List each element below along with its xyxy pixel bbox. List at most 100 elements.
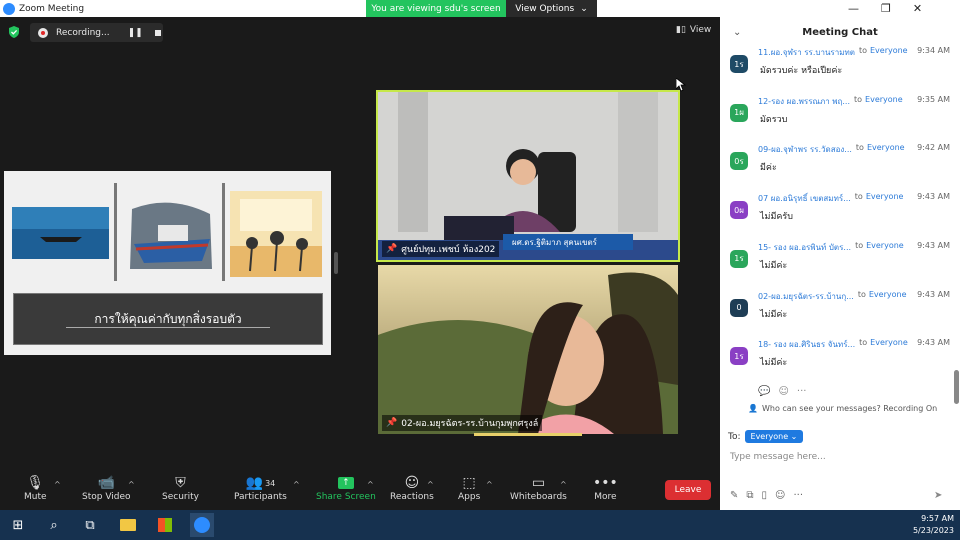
system-clock[interactable]: 9:57 AM 5/23/2023 bbox=[900, 513, 960, 537]
slide-photo-boat-sea bbox=[12, 207, 109, 259]
message-time: 9:43 AM bbox=[917, 289, 950, 299]
task-view-icon[interactable]: ⧉ bbox=[78, 513, 102, 537]
microphone-icon: 🎙 bbox=[26, 475, 45, 491]
apps-label: Apps bbox=[458, 492, 481, 502]
message-recipient[interactable]: Everyone bbox=[870, 46, 908, 59]
speaker-video-frame: ผศ.ดร.ฐิติมาภ สุคนเขตร์ bbox=[378, 92, 678, 260]
message-time: 9:43 AM bbox=[917, 338, 950, 348]
chat-message-input[interactable]: Type message here... bbox=[730, 452, 950, 462]
more-button[interactable]: ••• More bbox=[593, 474, 618, 502]
avatar: 1ผ bbox=[730, 103, 748, 122]
restore-icon[interactable]: ❐ bbox=[881, 2, 891, 15]
message-recipient[interactable]: Everyone bbox=[870, 338, 908, 351]
title-bar: Zoom Meeting bbox=[0, 0, 720, 17]
apps-button[interactable]: ⬚ Apps bbox=[458, 474, 480, 502]
message-sender[interactable]: 12-รอง ผอ.พรรณภา พฤ... bbox=[758, 95, 850, 108]
windows-start-icon[interactable]: ⊞ bbox=[6, 513, 30, 537]
microsoft-store-icon[interactable] bbox=[153, 513, 177, 537]
message-header: 12-รอง ผอ.พรรณภา พฤ... to Everyone 9:35 AM bbox=[758, 95, 950, 108]
message-time: 9:42 AM bbox=[917, 143, 950, 153]
more-actions-icon[interactable]: ··· bbox=[797, 386, 807, 397]
participants-icon: 👥 34 bbox=[245, 475, 276, 491]
message-recipient[interactable]: Everyone bbox=[866, 192, 904, 205]
recipient-row: To: Everyone ⌄ bbox=[728, 430, 804, 443]
message-sender[interactable]: 07 ผอ.อนิรุทธิ์ เขตสมทร์... bbox=[758, 192, 851, 205]
pause-recording-icon[interactable]: ❚❚ bbox=[128, 28, 143, 38]
file-explorer-icon[interactable] bbox=[116, 513, 140, 537]
video-tile-speaker[interactable]: ผศ.ดร.ฐิติมาภ สุคนเขตร์ 📌 ศูนย์ปทุม.เพชบ… bbox=[376, 90, 680, 262]
message-sender[interactable]: 02-ผอ.มยุรฉัตร-รร.บ้านกุ... bbox=[758, 290, 854, 303]
pin-icon: 📌 bbox=[386, 418, 398, 428]
emoji-icon[interactable]: ☺ bbox=[775, 490, 785, 501]
chat-title: Meeting Chat bbox=[802, 27, 878, 38]
chat-scrollbar[interactable] bbox=[954, 370, 959, 404]
encryption-shield-icon[interactable] bbox=[8, 26, 20, 38]
recipient-select[interactable]: Everyone ⌄ bbox=[744, 430, 804, 443]
message-header: 11.ผอ.จุฬรา รร.บานรามทต to Everyone 9:34 AM bbox=[758, 46, 950, 59]
apps-options-caret-icon[interactable]: ^ bbox=[486, 480, 493, 489]
reply-icon[interactable]: 💬 bbox=[758, 386, 770, 397]
video-options-caret-icon[interactable]: ^ bbox=[128, 480, 135, 489]
reactions-options-caret-icon[interactable]: ^ bbox=[427, 480, 434, 489]
message-text: ไม่มีค่ะ bbox=[760, 309, 788, 320]
avatar: 1ร bbox=[730, 347, 748, 366]
message-recipient[interactable]: Everyone bbox=[866, 241, 904, 254]
shared-screen-slide: การให้คุณค่ากับทุกสิ่งรอบตัว bbox=[4, 171, 331, 355]
slide-divider bbox=[114, 183, 117, 281]
view-button[interactable]: ▮▯ View bbox=[676, 25, 711, 35]
to-word: to bbox=[858, 46, 867, 55]
audio-options-caret-icon[interactable]: ^ bbox=[54, 480, 61, 489]
pin-icon: 📌 bbox=[386, 244, 398, 254]
participants-options-caret-icon[interactable]: ^ bbox=[293, 480, 300, 489]
to-word: to bbox=[855, 240, 864, 250]
stop-video-button[interactable]: 📹 Stop Video bbox=[82, 474, 131, 502]
message-recipient[interactable]: Everyone bbox=[865, 95, 903, 108]
chat-visibility-notice[interactable]: 👤 Who can see your messages? Recording O… bbox=[748, 404, 937, 413]
participant-name: 02-ผอ.มยุรฉัตร-รร.บ้านกุมพุกศรุงล์ bbox=[401, 419, 539, 429]
send-icon[interactable]: ➤ bbox=[934, 490, 942, 501]
leave-button[interactable]: Leave bbox=[665, 480, 711, 500]
participant-name-tag: 📌 02-ผอ.มยุรฉัตร-รร.บ้านกุมพุกศรุงล์ bbox=[382, 415, 543, 431]
message-recipient[interactable]: Everyone bbox=[869, 290, 907, 303]
apps-icon: ⬚ bbox=[462, 475, 476, 491]
close-icon[interactable]: ✕ bbox=[913, 2, 922, 15]
more-tools-icon[interactable]: ··· bbox=[793, 490, 803, 501]
chat-tools: ✎ ⧉ ▯ ☺ ··· bbox=[730, 490, 803, 501]
to-word: to bbox=[859, 338, 868, 348]
share-options-caret-icon[interactable]: ^ bbox=[367, 480, 374, 489]
mouse-pointer-icon bbox=[676, 78, 686, 92]
more-dots-icon: ••• bbox=[593, 475, 618, 491]
screenshot-icon[interactable]: ⧉ bbox=[746, 490, 753, 501]
speaking-indicator bbox=[474, 433, 582, 436]
zoom-taskbar-icon[interactable] bbox=[190, 513, 214, 537]
stop-recording-icon[interactable] bbox=[154, 29, 161, 36]
message-sender[interactable]: 18- รอง ผอ.ศิรินธร จันทร์... bbox=[758, 338, 855, 351]
minimize-icon[interactable]: — bbox=[848, 2, 859, 15]
message-text: มีค่ะ bbox=[760, 163, 777, 174]
whiteboards-button[interactable]: ▭ Whiteboards bbox=[510, 474, 567, 502]
avatar: 0ผ bbox=[730, 201, 748, 220]
to-word: to bbox=[855, 143, 864, 153]
security-button[interactable]: ⛨ Security bbox=[162, 474, 199, 502]
message-header: 09-ผอ.จุฬาพร รร.วัดสอง... to Everyone 9:42 … bbox=[758, 143, 950, 156]
person-lock-icon: 👤 bbox=[748, 404, 758, 413]
avatar: 0 bbox=[730, 298, 748, 317]
who-can-see-label: Who can see your messages? Recording On bbox=[761, 404, 938, 413]
add-reaction-icon[interactable]: ☺ bbox=[778, 386, 788, 397]
video-tile-participant[interactable]: 📌 02-ผอ.มยุรฉัตร-รร.บ้านกุมพุกศรุงล์ bbox=[378, 265, 678, 434]
mute-button[interactable]: 🎙 Mute bbox=[24, 474, 47, 502]
message-sender[interactable]: 15- รอง ผอ.อรพินท์ บัตร... bbox=[758, 241, 851, 254]
message-text: ไม่มีค่ะ bbox=[760, 260, 788, 271]
message-recipient[interactable]: Everyone bbox=[867, 143, 905, 156]
message-sender[interactable]: 11.ผอ.จุฬรา รร.บานรามทต bbox=[758, 46, 855, 59]
resize-handle[interactable] bbox=[334, 252, 338, 274]
whiteboards-options-caret-icon[interactable]: ^ bbox=[560, 480, 567, 489]
message-header: 18- รอง ผอ.ศิรินธร จันทร์... to Everyone 9:… bbox=[758, 338, 950, 351]
security-shield-icon: ⛨ bbox=[175, 475, 186, 491]
file-icon[interactable]: ▯ bbox=[762, 490, 768, 501]
participants-button[interactable]: 👥 34 Participants bbox=[234, 474, 287, 502]
search-icon[interactable]: ⌕ bbox=[42, 513, 66, 537]
message-sender[interactable]: 09-ผอ.จุฬาพร รร.วัดสอง... bbox=[758, 143, 852, 156]
format-text-icon[interactable]: ✎ bbox=[730, 490, 738, 501]
view-options-button[interactable]: View Options ⌄ bbox=[506, 0, 597, 17]
